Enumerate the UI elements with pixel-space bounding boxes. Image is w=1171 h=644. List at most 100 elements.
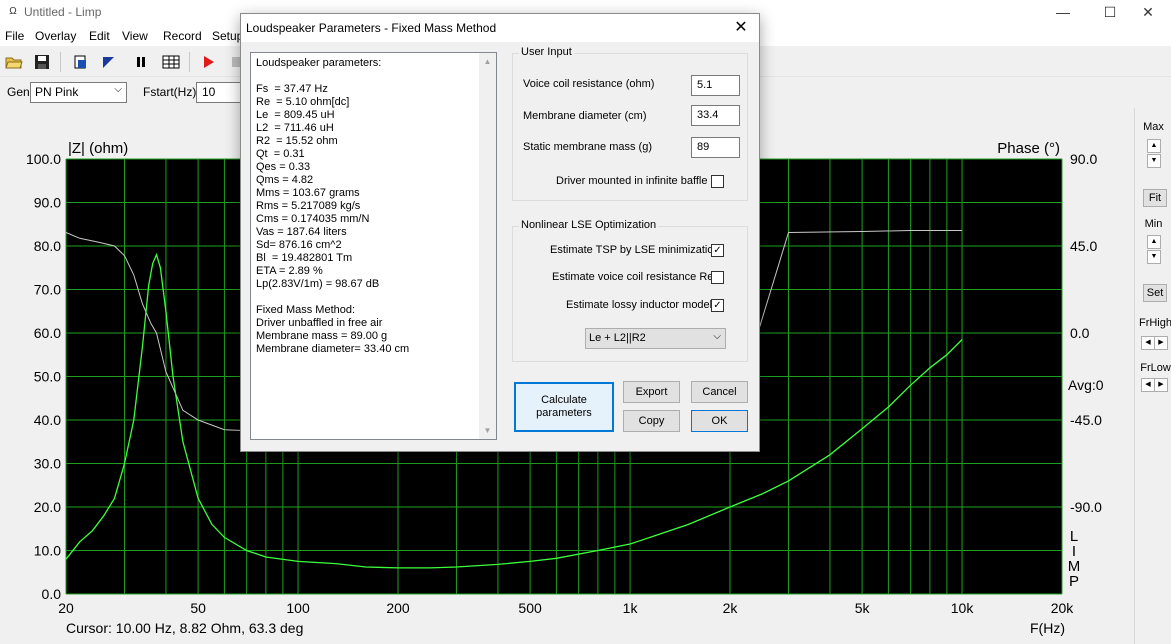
menu-record[interactable]: Record <box>163 29 202 43</box>
voice-coil-input[interactable]: 5.1 <box>691 75 740 96</box>
tsp-checkbox[interactable]: ✓ <box>711 244 724 257</box>
phase-tick-label: -90.0 <box>1070 499 1102 515</box>
results-scrollbar[interactable]: ▲ ▼ <box>479 53 496 439</box>
lossy-inductor-label: Estimate lossy inductor model <box>566 299 713 311</box>
open-folder-icon[interactable] <box>3 51 25 73</box>
y-tick-label: 90.0 <box>34 195 61 211</box>
fstart-input[interactable]: 10 <box>196 82 246 103</box>
minimize-button[interactable]: — <box>1040 0 1086 26</box>
close-window-button[interactable]: ✕ <box>1125 0 1171 26</box>
inductor-model-select[interactable]: Le + L2||R2 ⌵ <box>585 328 726 349</box>
dialog-title: Loudspeaker Parameters - Fixed Mass Meth… <box>246 21 497 35</box>
result-line: Membrane mass = 89.00 g <box>256 330 388 342</box>
toolbar-separator <box>189 52 190 72</box>
scroll-down-arrow-icon[interactable]: ▼ <box>479 422 496 439</box>
results-text-box[interactable]: Loudspeaker parameters: Fs = 37.47 Hz Re … <box>250 52 497 440</box>
menu-edit[interactable]: Edit <box>89 29 110 43</box>
min-down-arrow-icon[interactable]: ▼ <box>1147 250 1161 264</box>
inductor-model-value: Le + L2||R2 <box>589 332 646 344</box>
y-tick-label: 20.0 <box>34 499 61 515</box>
x-tick-label: 500 <box>518 600 542 616</box>
x-tick-label: 2k <box>723 600 739 616</box>
y-tick-label: 50.0 <box>34 369 61 385</box>
menu-overlay[interactable]: Overlay <box>35 29 76 43</box>
result-line: R2 = 15.52 ohm <box>256 135 338 147</box>
menu-setup[interactable]: Setup <box>212 29 243 43</box>
static-mass-value: 89 <box>697 141 710 153</box>
x-tick-label: 5k <box>855 600 871 616</box>
y-tick-label: 40.0 <box>34 412 61 428</box>
result-line: Mms = 103.67 grams <box>256 187 360 199</box>
result-line: Loudspeaker parameters: <box>256 57 382 69</box>
calculate-label-line2: parameters <box>536 407 592 419</box>
user-input-title: User Input <box>519 46 574 58</box>
result-line: Cms = 0.174035 mm/N <box>256 213 370 225</box>
gen-label: Gen <box>7 85 30 99</box>
dialog-close-button[interactable]: ✕ <box>729 17 753 39</box>
frlow-left-arrow-icon[interactable]: ◀ <box>1141 378 1155 392</box>
right-control-panel: Max ▲ ▼ Fit Min ▲ ▼ Set FrHigh ◀ ▶ FrLow… <box>1134 108 1171 644</box>
result-line: Vas = 187.64 liters <box>256 226 347 238</box>
static-mass-input[interactable]: 89 <box>691 137 740 158</box>
x-tick-label: 100 <box>286 600 310 616</box>
marker-flag-icon[interactable] <box>97 51 119 73</box>
toolbar-separator <box>60 52 61 72</box>
max-up-arrow-icon[interactable]: ▲ <box>1147 139 1161 153</box>
re-checkbox[interactable] <box>711 271 724 284</box>
table-view-icon[interactable] <box>160 51 182 73</box>
menu-file[interactable]: File <box>5 29 24 43</box>
frlow-right-arrow-icon[interactable]: ▶ <box>1154 378 1168 392</box>
result-line <box>256 70 478 83</box>
voice-coil-value: 5.1 <box>697 79 713 91</box>
result-line: L2 = 711.46 uH <box>256 122 334 134</box>
set-button[interactable]: Set <box>1143 284 1167 302</box>
average-label: Avg:0 <box>1068 377 1104 393</box>
static-mass-label: Static membrane mass (g) <box>523 141 652 153</box>
generator-value: PN Pink <box>35 85 79 99</box>
frhigh-left-arrow-icon[interactable]: ◀ <box>1141 336 1155 350</box>
x-tick-label: 1k <box>623 600 639 616</box>
scroll-up-arrow-icon[interactable]: ▲ <box>479 53 496 70</box>
calculate-label-line1: Calculate <box>541 394 587 406</box>
phase-tick-label: -45.0 <box>1070 412 1102 428</box>
result-line: Qt = 0.31 <box>256 148 305 160</box>
ok-button[interactable]: OK <box>691 410 748 432</box>
x-tick-label: 200 <box>386 600 410 616</box>
window-title: Untitled - Limp <box>24 5 102 19</box>
fit-button[interactable]: Fit <box>1143 189 1167 207</box>
generator-select[interactable]: PN Pink ⌵ <box>30 82 127 103</box>
menu-view[interactable]: View <box>122 29 148 43</box>
min-up-arrow-icon[interactable]: ▲ <box>1147 235 1161 249</box>
fstart-label: Fstart(Hz) <box>143 85 197 99</box>
user-input-group: User Input Voice coil resistance (ohm) 5… <box>512 46 748 201</box>
pause-icon[interactable] <box>130 51 152 73</box>
frhigh-right-arrow-icon[interactable]: ▶ <box>1154 336 1168 350</box>
max-label: Max <box>1143 121 1164 133</box>
result-line: Membrane diameter= 33.40 cm <box>256 343 410 355</box>
app-icon: Ω <box>9 6 17 17</box>
x-tick-label: 10k <box>951 600 975 616</box>
copy-button[interactable]: Copy <box>623 410 680 432</box>
result-line: Qms = 4.82 <box>256 174 314 186</box>
lossy-inductor-checkbox[interactable]: ✓ <box>711 299 724 312</box>
membrane-diameter-input[interactable]: 33.4 <box>691 105 740 126</box>
result-line: Le = 809.45 uH <box>256 109 335 121</box>
cancel-button[interactable]: Cancel <box>691 381 748 403</box>
result-line: Lp(2.83V/1m) = 98.67 dB <box>256 278 380 290</box>
result-line: Driver unbaffled in free air <box>256 317 383 329</box>
y-tick-label: 30.0 <box>34 456 61 472</box>
y-tick-label: 100.0 <box>26 151 61 167</box>
voice-coil-label: Voice coil resistance (ohm) <box>523 78 655 90</box>
calculate-parameters-button[interactable]: Calculate parameters <box>514 382 614 432</box>
max-down-arrow-icon[interactable]: ▼ <box>1147 154 1161 168</box>
new-document-icon[interactable] <box>69 51 91 73</box>
export-button[interactable]: Export <box>623 381 680 403</box>
phase-axis-title: Phase (°) <box>997 140 1060 157</box>
result-line: Sd= 876.16 cm^2 <box>256 239 342 251</box>
y-tick-label: 60.0 <box>34 325 61 341</box>
lse-title: Nonlinear LSE Optimization <box>519 219 659 231</box>
save-disk-icon[interactable] <box>31 51 53 73</box>
result-line <box>256 291 478 304</box>
infinite-baffle-checkbox[interactable] <box>711 175 724 188</box>
play-icon[interactable] <box>197 51 219 73</box>
